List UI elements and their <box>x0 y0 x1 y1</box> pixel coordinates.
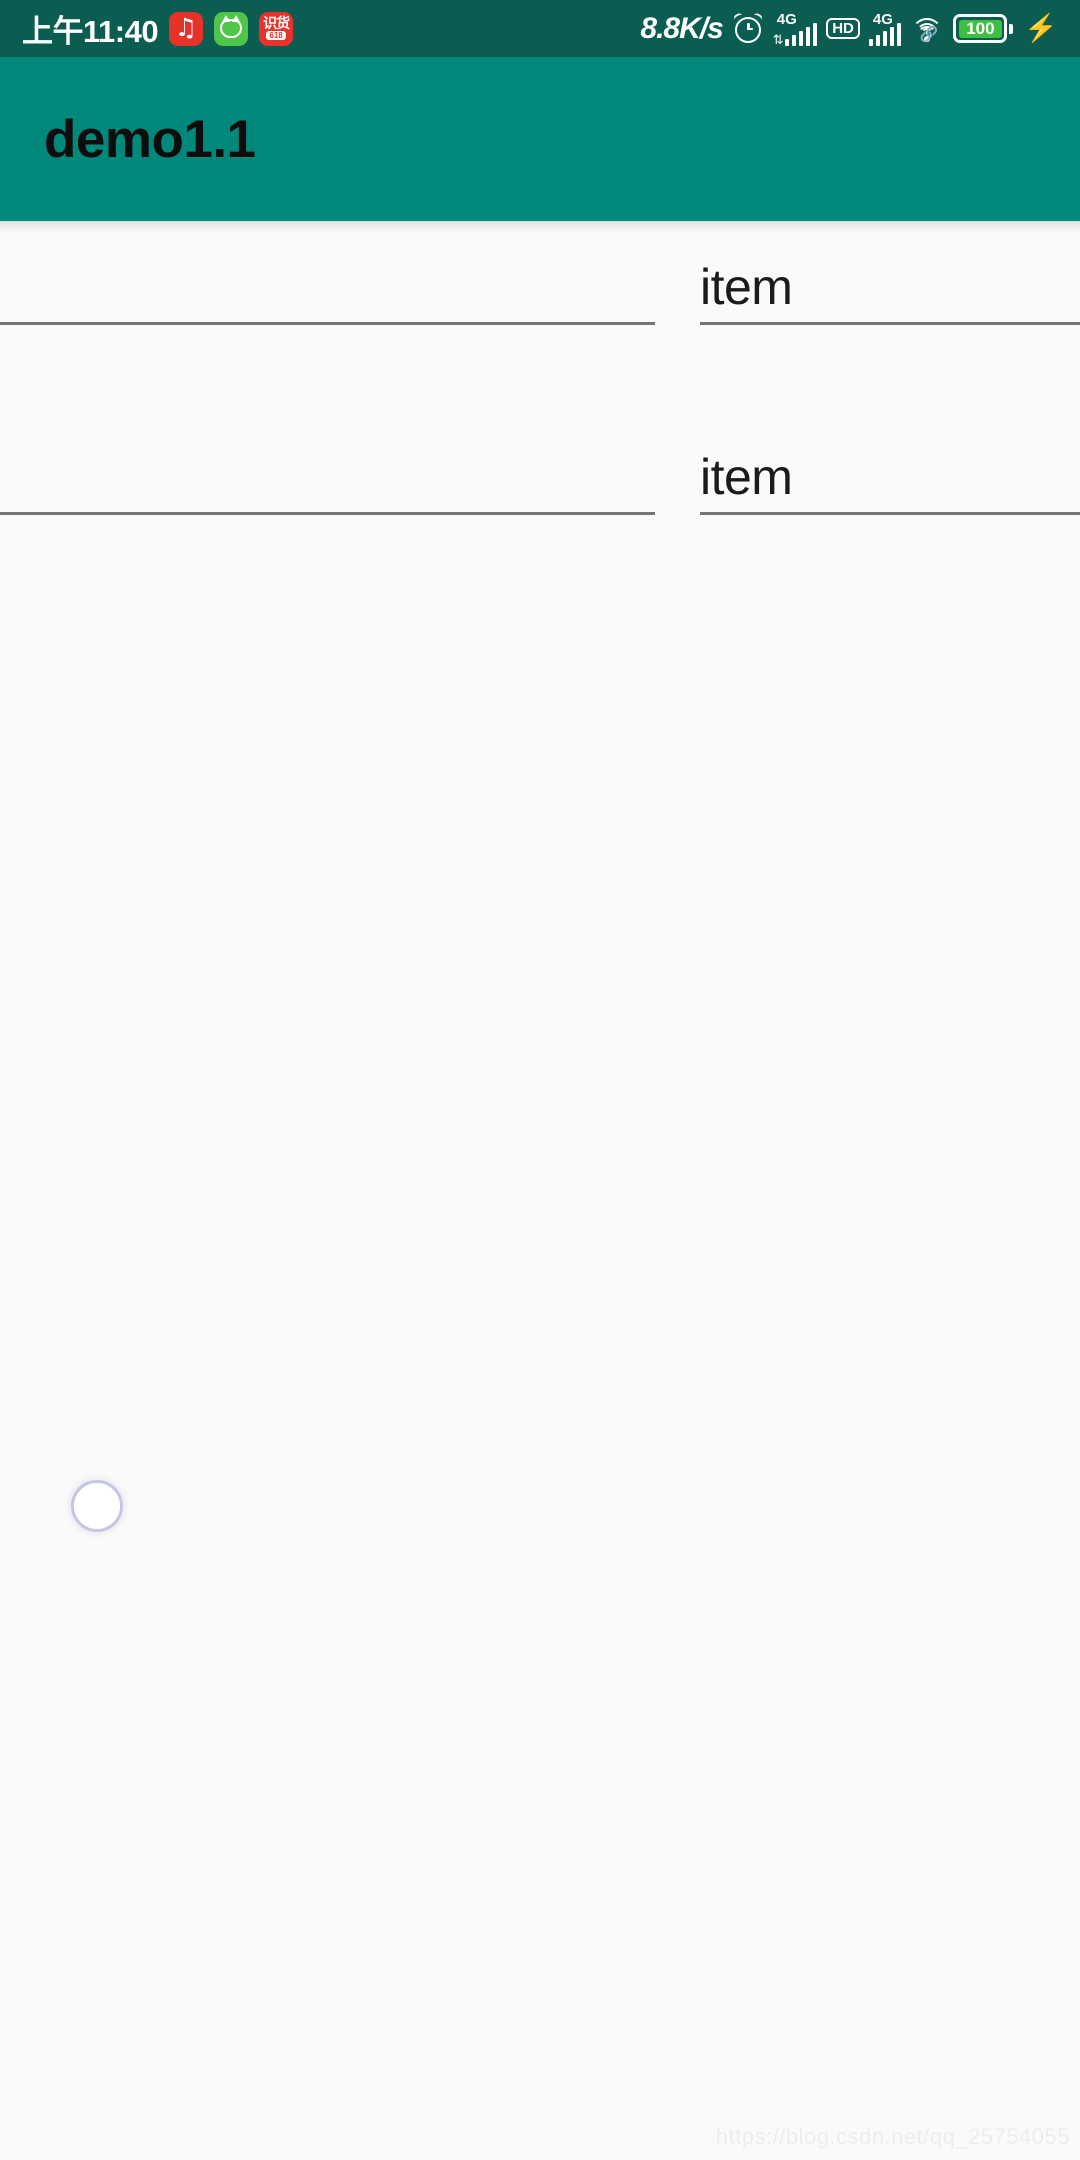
battery-percent-label: 100 <box>966 19 995 38</box>
right-field-column: item item <box>700 221 1080 515</box>
signal-sim1-icon: 4G ⇅ <box>772 10 818 47</box>
netease-music-icon: ♫ <box>169 11 204 46</box>
battery-nub <box>1009 23 1014 34</box>
battery-icon: 100 <box>953 14 1014 43</box>
text-field-right-1[interactable]: item <box>700 221 1080 325</box>
hd-label: HD <box>826 18 860 39</box>
wifi-icon: 🔗 <box>910 15 944 43</box>
shihuo-label: 识货 <box>263 15 290 31</box>
page-title: demo1.1 <box>44 109 256 169</box>
text-field-right-2-value: item <box>700 449 793 505</box>
status-bar-clock: 上午11:40 <box>22 14 159 49</box>
green-app-icon <box>214 11 249 46</box>
wifi-link-glyph: 🔗 <box>917 25 939 43</box>
main-content: s 8 _data item item https://blog.csdn.ne… <box>0 221 1080 2160</box>
signal-sim1-label: 4G <box>776 10 797 28</box>
charging-bolt-icon: ⚡ <box>1024 13 1058 43</box>
green-app-face-glyph <box>220 15 243 38</box>
text-field-right-1-value: item <box>700 259 793 315</box>
shihuo-app-icon: 识货 618 <box>259 11 294 46</box>
text-field-right-2[interactable]: item <box>700 411 1080 515</box>
watermark-url: https://blog.csdn.net/qq_25754055 <box>715 2124 1070 2149</box>
shihuo-badge: 618 <box>266 31 286 40</box>
status-bar: 上午11:40 ♫ 识货 618 8.8K/s 4G ⇅ HD 4G 🔗 100… <box>0 0 1080 57</box>
network-speed-label: 8.8K/s <box>640 11 723 45</box>
hd-voice-icon: HD <box>826 18 860 39</box>
circle-ring-indicator[interactable] <box>71 1480 123 1532</box>
netease-glyph: ♫ <box>174 13 198 42</box>
signal-sim2-icon: 4G <box>868 10 902 46</box>
text-field-left-2[interactable]: _data <box>0 411 655 515</box>
text-field-left-1[interactable]: s 8 <box>0 221 655 325</box>
left-field-column: s 8 _data <box>0 221 655 515</box>
status-bar-right: 8.8K/s 4G ⇅ HD 4G 🔗 100 ⚡ <box>640 12 1058 46</box>
app-bar: demo1.1 <box>0 57 1080 221</box>
signal-sim2-label: 4G <box>872 10 893 28</box>
data-transfer-arrows-icon: ⇅ <box>772 31 784 47</box>
status-bar-left: 上午11:40 ♫ 识货 618 <box>22 6 294 51</box>
alarm-icon <box>732 11 764 45</box>
